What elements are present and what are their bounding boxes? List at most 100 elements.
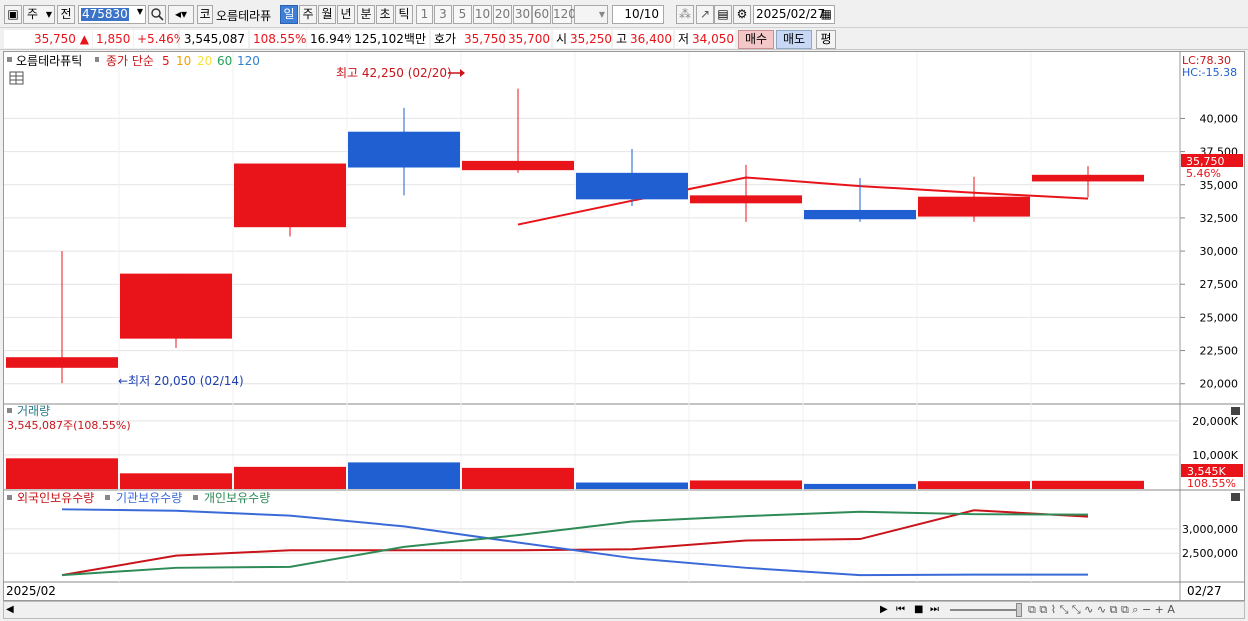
minute-option-60[interactable]: 60 [532,5,551,24]
chart-area[interactable]: 40,000 37,500 35,000 32,500 30,000 27,500 25,0… [3,51,1245,601]
legend-marker [105,495,110,500]
volume-bar [120,473,232,489]
y-tick-label: 20,000K [1192,415,1238,428]
tab-tick[interactable]: 틱 [395,5,413,24]
legend-individual-holdings[interactable]: 개인보유수량 [204,491,270,505]
candle-body [6,357,118,368]
compare-icon[interactable]: ⁂ [676,5,694,24]
volume-bar [690,480,802,489]
candle-body [348,131,460,168]
high-price: 36,400 [627,30,673,48]
y-tick-label: 22,500 [1200,345,1239,358]
eval-button[interactable]: 평 [816,30,836,49]
y-tick-label: 20,000 [1200,378,1239,391]
zoom-slider[interactable] [950,609,1018,611]
volume: 3,545,087 [180,30,248,48]
minute-option-20[interactable]: 20 [493,5,512,24]
panel-close-icon[interactable] [1231,407,1240,415]
legend-stock-name[interactable]: 오름테라퓨틱 [16,54,82,68]
minute-option-30[interactable]: 30 [513,5,532,24]
chart-scrollbar[interactable]: ◀ ▶ ⏮ ■ ⏭ ⧉ ⧉ ⌇ ⤡ ⤡ ∿ ∿ ⧉ ⧉ ⌕ − + A [3,601,1245,619]
gear-icon[interactable]: ⚙ [733,5,751,24]
y-tick-label: 30,000 [1200,245,1239,258]
hoga-label: 호가 [431,30,461,48]
minute-option-120[interactable]: 120 [552,5,576,24]
high-arrow-head [460,69,465,77]
legend-foreign-holdings[interactable]: 외국인보유수량 [17,491,94,505]
minute-option-3[interactable]: 3 [434,5,452,24]
change-percent: +5.46% [134,30,185,48]
save-icon[interactable]: ▤ [714,5,732,24]
count-total: /10 [639,7,659,21]
tab-year[interactable]: 년 [337,5,355,24]
volume-bar [1032,480,1144,489]
volume-bar [462,467,574,489]
trade-amount: 125,102백만 [351,30,429,48]
search-icon[interactable] [148,5,166,24]
fast-forward-icon[interactable]: ⏭ [930,604,939,615]
legend-ma-20: 20 [197,54,212,68]
x-axis-end-label: 02/27 [1187,584,1222,598]
tab-week[interactable]: 주 [299,5,317,24]
volume-title[interactable]: 거래량 [17,404,50,418]
panel-close-icon[interactable] [1231,493,1240,501]
volume-bar [576,482,688,489]
date-input[interactable]: 2025/02/27 ▦ [753,5,835,24]
candle-body [804,209,916,220]
period-select[interactable]: 주 ▼ [23,5,55,24]
bid-price: 35,700 [505,30,551,48]
chart-svg[interactable]: 40,00037,50035,00032,50030,00027,50025,0… [4,52,1244,600]
current-price: 35,750 ▲ [4,30,92,48]
candle-body [918,196,1030,217]
scroll-right-icon[interactable]: ▶ [880,604,888,615]
legend-institution-holdings[interactable]: 기관보유수량 [116,491,182,505]
tab-month[interactable]: 월 [318,5,336,24]
up-arrow-icon: ▲ [79,32,89,46]
window-menu-icon[interactable]: ▣ [4,5,22,24]
candle-body [462,160,574,171]
minute-option-5[interactable]: 5 [453,5,472,24]
quote-bar: 35,750 ▲ 1,850 +5.46% 3,545,087 108.55% … [0,28,1248,50]
low-label: 저 [675,30,689,48]
tab-minute[interactable]: 분 [357,5,375,24]
minute-option-1[interactable]: 1 [416,5,433,24]
draw-tool-icon[interactable]: ↗ [696,5,714,24]
candle-body [120,273,232,339]
stock-code-input[interactable]: 475830 ▼ [78,5,146,24]
scroll-left-icon[interactable]: ◀ [6,604,14,615]
stop-icon[interactable]: ■ [914,604,923,615]
candle-body [1032,174,1144,182]
calendar-icon[interactable]: ▦ [821,6,832,23]
y-tick-label: 35,000 [1200,179,1239,192]
prev-button[interactable]: 전 [57,5,75,24]
chevron-down-icon: ▼ [598,10,605,19]
chevron-down-icon[interactable]: ▼ [137,7,143,16]
tab-day[interactable]: 일 [280,5,298,24]
rewind-icon[interactable]: ⏮ [896,604,905,615]
buy-button[interactable]: 매수 [738,30,774,49]
legend-ma-label[interactable]: 종가 단순 [106,54,154,68]
volume-bar [918,481,1030,489]
y-tick-label: 3,000,000 [1182,523,1238,536]
chart-tools-icon[interactable]: ⧉ ⧉ ⌇ ⤡ ⤡ ∿ ∿ ⧉ ⧉ ⌕ − + A [1028,603,1175,617]
x-axis-start-label: 2025/02 [6,584,56,598]
count-input[interactable]: 10/10 [612,5,664,24]
count-value: 10 [624,7,640,21]
stock-name: 오름테라퓨 [216,9,272,23]
volume-bar [804,483,916,489]
minute-option-10[interactable]: 10 [473,5,492,24]
speaker-icon[interactable]: ◂▾ [168,5,194,24]
volume-pct-tag: 108.55% [1187,477,1236,490]
candle-body [576,172,688,200]
sell-button[interactable]: 매도 [776,30,812,49]
tab-second[interactable]: 초 [376,5,394,24]
custom-period-select[interactable]: ▼ [574,5,608,24]
price-value: 35,750 [33,32,76,46]
zoom-slider-handle[interactable] [1016,603,1022,617]
hc-label: HC:-15.38 [1182,66,1237,79]
change-pct-tag: 5.46% [1186,167,1221,180]
y-tick-label: 2,500,000 [1182,547,1238,560]
stock-code-value: 475830 [81,7,129,21]
market-type: 코 [197,5,213,24]
legend-ma-5: 5 [162,54,170,68]
